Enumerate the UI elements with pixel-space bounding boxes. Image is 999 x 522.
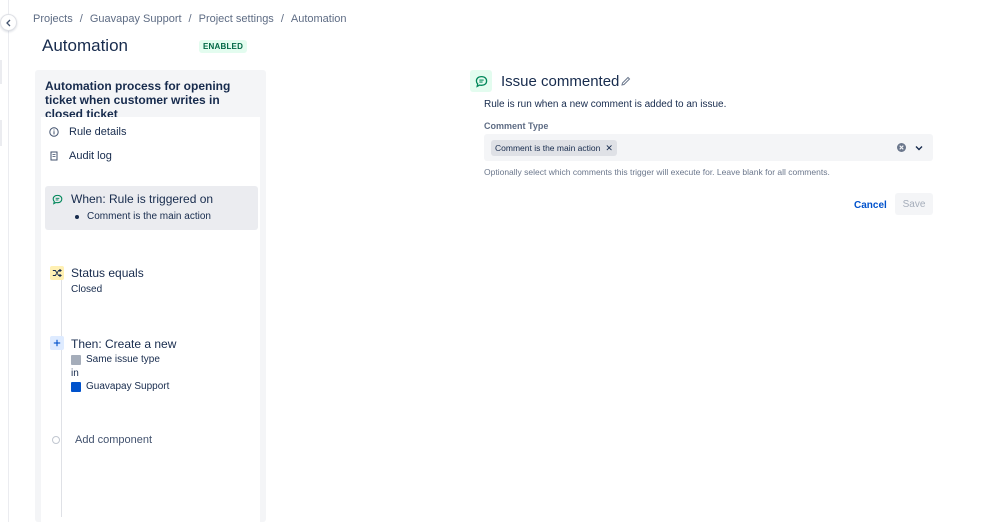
helper-text: Optionally select which comments this tr… [484, 167, 830, 177]
pencil-icon[interactable] [620, 76, 631, 87]
plus-icon [50, 336, 64, 350]
shuffle-icon [50, 266, 64, 280]
action-title: Then: Create a new [71, 337, 177, 351]
rule-name: Automation process for opening ticket wh… [45, 79, 231, 121]
remove-chip-icon[interactable]: ✕ [605, 143, 613, 154]
breadcrumb-project[interactable]: Guavapay Support [90, 13, 182, 25]
chevron-down-icon[interactable] [914, 143, 924, 153]
rule-details-link[interactable]: Rule details [49, 122, 126, 142]
issue-type-icon [71, 354, 81, 365]
rule-details-label: Rule details [69, 126, 127, 138]
rule-panel: Automation process for opening ticket wh… [35, 70, 266, 522]
condition-detail: Closed [71, 284, 103, 295]
breadcrumb: Projects / Guavapay Support / Project se… [33, 13, 347, 25]
document-icon [49, 151, 59, 161]
sidebar-marker [0, 120, 2, 146]
breadcrumb-automation[interactable]: Automation [291, 13, 347, 25]
comment-icon [470, 70, 492, 92]
issue-type-label: Same issue type [86, 354, 160, 365]
expand-sidebar-button[interactable] [0, 14, 17, 31]
trigger-title: When: Rule is triggered on [71, 192, 214, 206]
audit-log-label: Audit log [69, 150, 112, 162]
bullet [75, 214, 79, 219]
action-step[interactable]: Then: Create a new Same issue type in Gu… [45, 336, 258, 396]
project-icon [71, 381, 81, 392]
action-issue-type: Same issue type [71, 354, 160, 365]
comment-type-label: Comment Type [484, 121, 549, 131]
breadcrumb-separator: / [79, 13, 83, 25]
project-label: Guavapay Support [86, 381, 170, 392]
add-circle-icon [52, 436, 60, 444]
selected-chip: Comment is the main action ✕ [491, 140, 617, 156]
comment-type-select[interactable]: Comment is the main action ✕ [484, 134, 933, 161]
config-title: Issue commented [501, 73, 620, 90]
cancel-button[interactable]: Cancel [849, 194, 892, 216]
add-component-label: Add component [75, 434, 153, 446]
trigger-step[interactable]: When: Rule is triggered on Comment is th… [45, 186, 258, 230]
rule-components: Rule details Audit log When: Rule is tri… [41, 117, 260, 522]
audit-log-link[interactable]: Audit log [49, 146, 112, 166]
sidebar-marker [0, 60, 2, 84]
save-button[interactable]: Save [895, 193, 933, 215]
info-icon [49, 127, 59, 137]
condition-title: Status equals [71, 266, 144, 280]
status-badge: ENABLED [199, 40, 248, 53]
comment-icon [50, 192, 64, 206]
breadcrumb-separator: / [188, 13, 192, 25]
collapsed-sidebar [0, 0, 9, 522]
condition-step[interactable]: Status equals Closed [45, 266, 258, 300]
config-description: Rule is run when a new comment is added … [484, 99, 727, 110]
flow-connector-line [61, 277, 62, 517]
chip-label: Comment is the main action [495, 143, 601, 153]
clear-icon[interactable] [896, 142, 907, 153]
chevron-left-icon [5, 19, 10, 26]
action-project: Guavapay Support [71, 381, 169, 392]
breadcrumb-project-settings[interactable]: Project settings [199, 13, 274, 25]
page-title: Automation [42, 36, 128, 55]
trigger-detail-text: Comment is the main action [87, 211, 211, 222]
action-in-label: in [71, 368, 79, 379]
add-component-button[interactable]: Add component [51, 434, 152, 446]
trigger-detail: Comment is the main action [71, 211, 211, 222]
breadcrumb-separator: / [280, 13, 284, 25]
breadcrumb-projects[interactable]: Projects [33, 13, 73, 25]
